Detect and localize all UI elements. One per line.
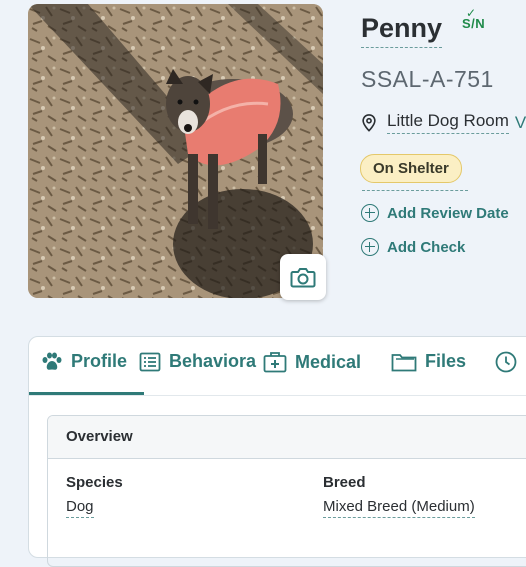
location-extra[interactable]: V bbox=[515, 113, 526, 133]
tab-files-label: Files bbox=[425, 351, 467, 371]
tab-behavioral[interactable]: Behaviora bbox=[139, 351, 256, 372]
profile-tabs-card: Profile Behaviora Medical Files Overview… bbox=[28, 336, 526, 567]
add-review-date-label: Add Review Date bbox=[387, 204, 509, 222]
active-tab-indicator bbox=[29, 392, 144, 395]
tab-profile-label: Profile bbox=[71, 351, 128, 371]
animal-name[interactable]: Penny bbox=[361, 12, 443, 48]
location-row[interactable]: Little Dog Room V bbox=[361, 111, 526, 134]
tab-bar: Profile Behaviora Medical Files bbox=[29, 337, 526, 396]
location-text[interactable]: Little Dog Room bbox=[387, 111, 509, 134]
breed-value[interactable]: Mixed Breed (Medium) bbox=[323, 498, 475, 518]
add-circle-icon bbox=[361, 238, 379, 256]
animal-photo bbox=[28, 4, 323, 298]
species-label: Species bbox=[66, 474, 123, 491]
tab-behavioral-label: Behaviora bbox=[169, 351, 257, 371]
breed-label: Breed bbox=[323, 474, 366, 491]
check-icon: ✓ bbox=[466, 6, 477, 20]
species-value[interactable]: Dog bbox=[66, 498, 94, 518]
overview-panel: Overview Species Dog Breed Mixed Breed (… bbox=[47, 415, 526, 567]
location-pin-icon bbox=[362, 113, 376, 132]
medical-kit-icon bbox=[263, 352, 287, 373]
shelter-id: SSAL-A-751 bbox=[361, 66, 494, 92]
tab-medical-label: Medical bbox=[295, 351, 362, 372]
change-photo-button[interactable] bbox=[280, 254, 326, 300]
folder-icon bbox=[391, 353, 417, 371]
overview-title: Overview bbox=[48, 416, 526, 459]
add-circle-icon bbox=[361, 204, 379, 222]
tab-history[interactable] bbox=[495, 351, 525, 373]
tab-medical[interactable]: Medical bbox=[263, 351, 361, 373]
paw-icon bbox=[42, 352, 62, 370]
tab-files[interactable]: Files bbox=[391, 351, 466, 372]
camera-icon bbox=[290, 268, 316, 288]
tab-profile[interactable]: Profile bbox=[41, 351, 127, 372]
add-check-button[interactable]: Add Check bbox=[361, 238, 465, 256]
list-icon bbox=[139, 352, 161, 371]
add-check-label: Add Check bbox=[387, 238, 466, 256]
add-review-date-button[interactable]: Add Review Date bbox=[361, 204, 509, 222]
clock-icon bbox=[495, 351, 517, 373]
spay-neuter-badge: ✓ S/N bbox=[462, 6, 485, 31]
status-badge[interactable]: On Shelter bbox=[360, 154, 462, 183]
status-underline bbox=[362, 190, 468, 191]
